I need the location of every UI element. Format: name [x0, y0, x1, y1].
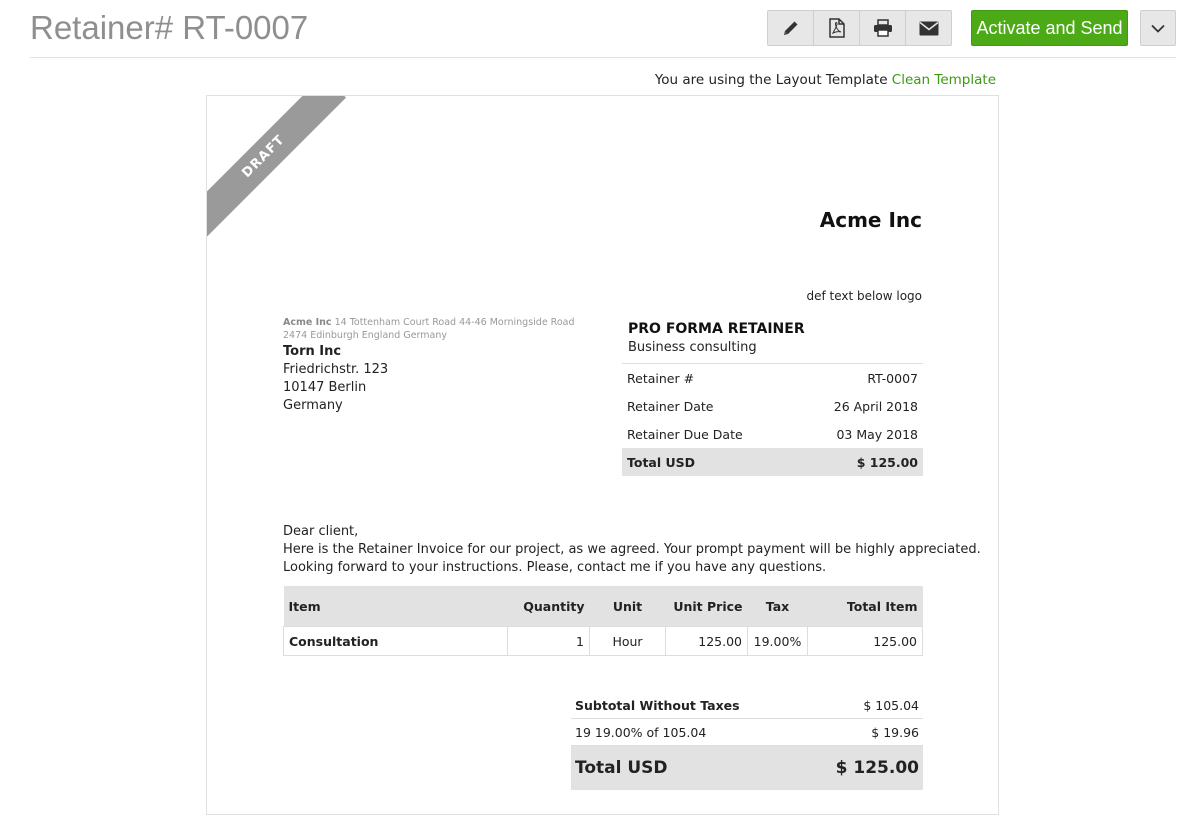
page-header: Retainer# RT-0007 Activate and Send	[0, 0, 1204, 58]
tax-row: 19 19.00% of 105.04 $ 19.96	[571, 718, 923, 746]
column-header: Unit	[589, 586, 666, 627]
chevron-down-icon	[1151, 24, 1165, 33]
client-name: Torn Inc	[283, 344, 342, 359]
column-header: Item	[283, 586, 508, 627]
column-header: Tax	[747, 586, 808, 627]
info-value: 03 May 2018	[836, 426, 918, 442]
item-name: Consultation	[283, 626, 508, 656]
totals-table: Subtotal Without Taxes $ 105.04 19 19.00…	[571, 692, 923, 790]
column-header: Unit Price	[665, 586, 748, 627]
letter-line: Here is the Retainer Invoice for our pro…	[283, 542, 981, 557]
grand-total-value: $ 125.00	[801, 745, 923, 790]
info-value: RT-0007	[794, 363, 923, 392]
edit-button[interactable]	[767, 10, 814, 46]
item-total: 125.00	[807, 626, 923, 656]
table-row: Consultation 1 Hour 125.00 19.00% 125.00	[283, 626, 923, 656]
item-unit-price: 125.00	[665, 626, 748, 656]
letter-line: Looking forward to your instructions. Pl…	[283, 560, 827, 575]
items-header-row: Item Quantity Unit Unit Price Tax Total …	[283, 586, 923, 627]
tax-label: 19 19.00% of 105.04	[571, 718, 802, 746]
client-address: Torn Inc Friedrichstr. 123 10147 Berlin …	[283, 343, 388, 415]
grand-total-label: Total USD	[571, 745, 802, 790]
pencil-icon	[783, 21, 797, 35]
sender-name: Acme Inc	[283, 317, 332, 328]
subtotal-label: Subtotal Without Taxes	[571, 692, 802, 719]
subtotal-row: Subtotal Without Taxes $ 105.04	[571, 692, 923, 719]
page-title: Retainer# RT-0007	[30, 9, 309, 46]
retainer-info: PRO FORMA RETAINER Business consulting R…	[622, 319, 923, 476]
client-street: Friedrichstr. 123	[283, 362, 389, 377]
document-title: PRO FORMA RETAINER	[628, 321, 805, 337]
pdf-button[interactable]	[813, 10, 860, 46]
info-label: Retainer #	[622, 363, 794, 392]
letter-text: Dear client, Here is the Retainer Invoic…	[283, 523, 981, 577]
tax-value: $ 19.96	[801, 718, 923, 746]
line-items-table: Item Quantity Unit Unit Price Tax Total …	[283, 586, 923, 656]
letter-greeting: Dear client,	[283, 524, 359, 539]
subtotal-value: $ 105.04	[801, 692, 923, 719]
info-row-retainer-number: Retainer # RT-0007	[622, 363, 923, 392]
logo-subtext: def text below logo	[806, 289, 922, 303]
info-row-retainer-date: Retainer Date 26 April 2018	[622, 392, 923, 420]
draft-ribbon: DRAFT	[207, 96, 347, 240]
info-label: Retainer Date	[627, 398, 714, 414]
info-label: Retainer Due Date	[627, 426, 743, 442]
item-unit: Hour	[589, 626, 666, 656]
email-button[interactable]	[905, 10, 952, 46]
envelope-icon	[919, 21, 938, 35]
client-country: Germany	[283, 398, 343, 413]
info-total-value: $ 125.00	[794, 448, 923, 476]
item-tax: 19.00%	[747, 626, 808, 656]
clean-template-link[interactable]: Clean Template	[892, 72, 996, 88]
client-city: 10147 Berlin	[283, 380, 367, 395]
print-button[interactable]	[859, 10, 906, 46]
column-header: Quantity	[507, 586, 590, 627]
printer-icon	[873, 19, 892, 37]
document-subtitle: Business consulting	[628, 340, 757, 355]
column-header: Total Item	[807, 586, 923, 627]
pdf-file-icon	[828, 18, 845, 38]
info-row-due-date: Retainer Due Date 03 May 2018	[622, 420, 923, 448]
info-row-total: Total USD $ 125.00	[622, 448, 923, 476]
activate-and-send-button[interactable]: Activate and Send	[971, 10, 1128, 46]
retainer-document: DRAFT Acme Inc def text below logo Acme …	[206, 95, 999, 815]
organization-name: Acme Inc	[819, 208, 922, 232]
layout-template-note: You are using the Layout Template Clean …	[655, 71, 996, 89]
info-total-label: Total USD	[622, 448, 794, 476]
more-actions-dropdown[interactable]	[1140, 10, 1176, 46]
item-quantity: 1	[507, 626, 590, 656]
document-actions	[767, 10, 952, 46]
sender-address: Acme Inc 14 Tottenham Court Road 44-46 M…	[283, 316, 583, 342]
info-value: 26 April 2018	[833, 398, 918, 414]
grand-total-row: Total USD $ 125.00	[571, 745, 923, 790]
template-note-text: You are using the Layout Template	[654, 72, 888, 88]
header-divider	[30, 57, 1176, 58]
retainer-info-table: Retainer # RT-0007 Retainer Date 26 Apri…	[622, 363, 923, 476]
